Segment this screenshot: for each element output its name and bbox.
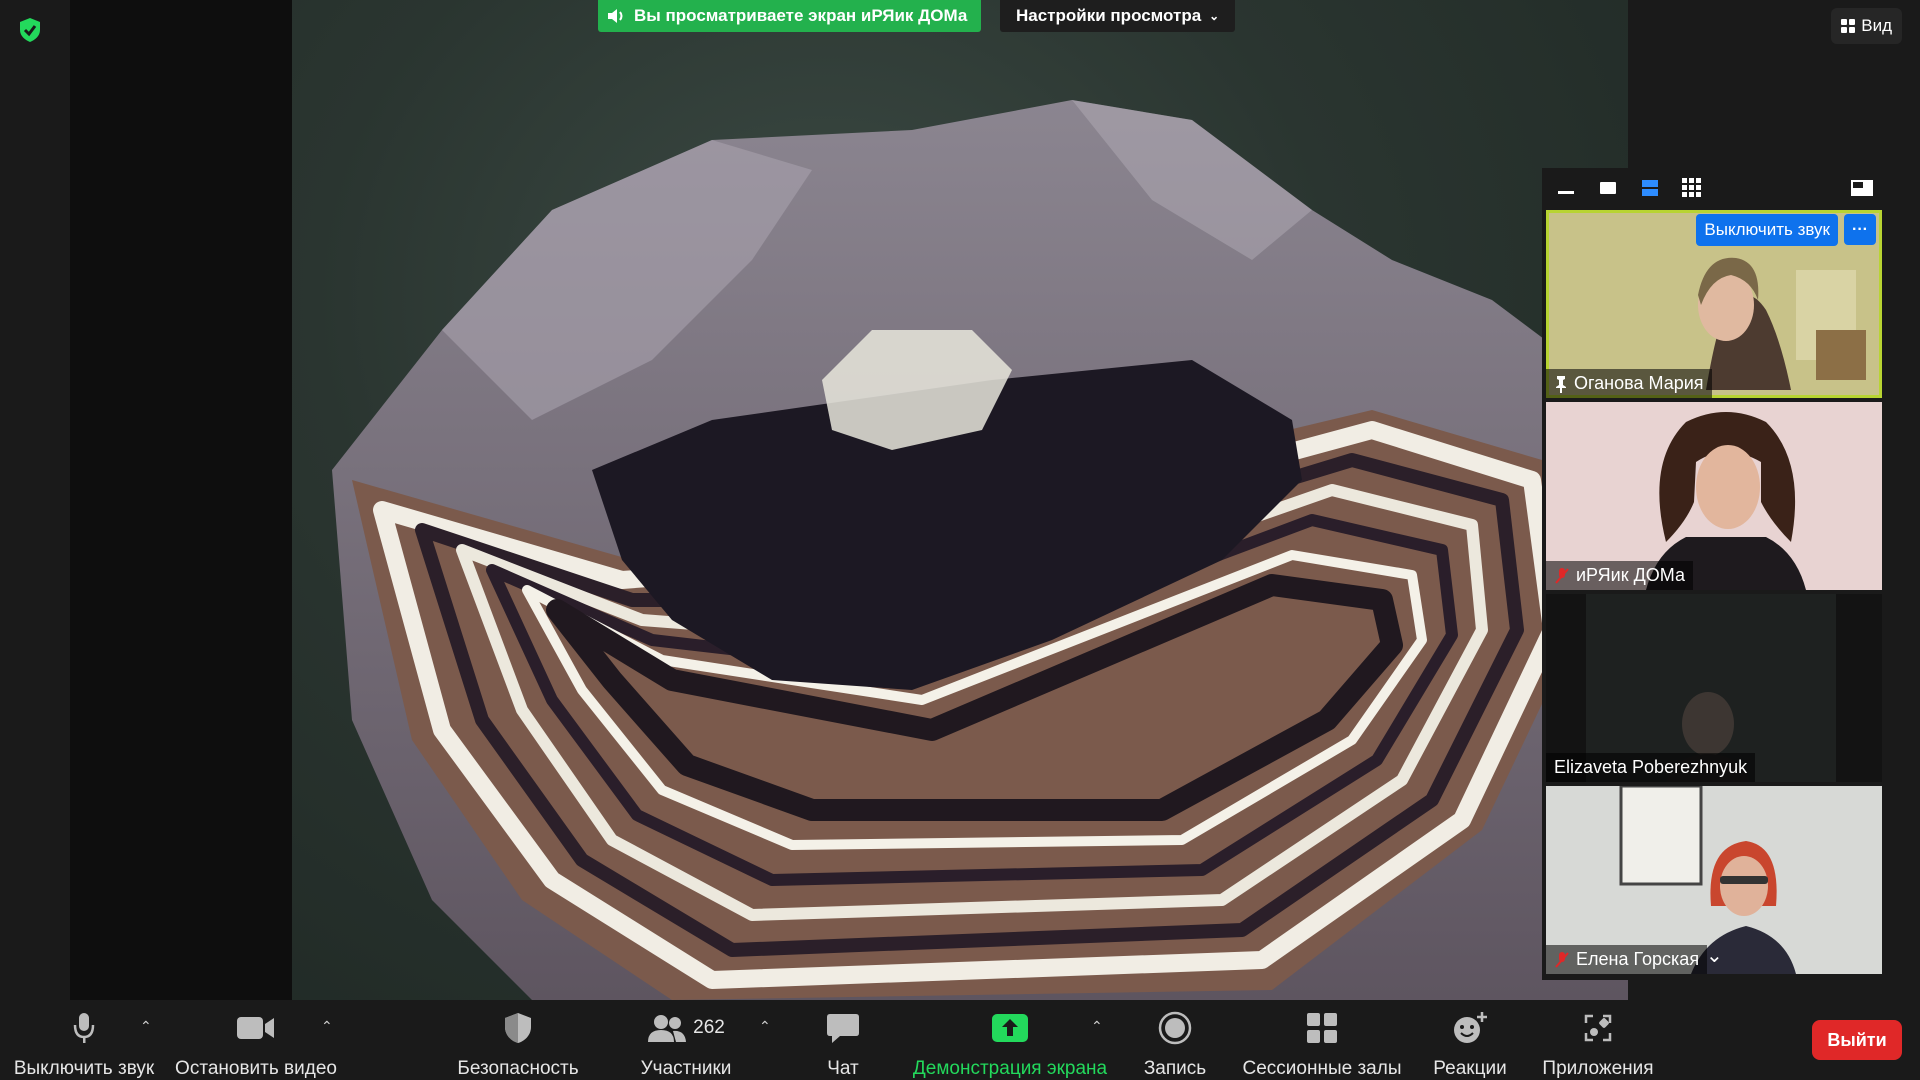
reactions-button[interactable]: Реакции xyxy=(1420,1000,1520,1080)
view-label: Вид xyxy=(1861,16,1892,35)
popout-icon[interactable] xyxy=(1846,172,1878,204)
view-button[interactable]: Вид xyxy=(1831,8,1902,44)
reactions-icon xyxy=(1452,1010,1488,1046)
single-view-icon[interactable] xyxy=(1592,172,1624,204)
breakout-rooms-icon xyxy=(1306,1010,1338,1046)
breakout-rooms-label: Сессионные залы xyxy=(1242,1058,1402,1079)
participants-count: 262 xyxy=(693,1017,725,1038)
security-button[interactable]: Безопасность xyxy=(457,1000,579,1080)
participant-tile[interactable]: Елена Горская ⌄ xyxy=(1546,786,1882,974)
shared-screen-area xyxy=(70,0,1628,1000)
participants-options-caret-icon[interactable]: ⌃ xyxy=(759,1018,771,1035)
participant-name: Оганова Мария xyxy=(1574,373,1704,393)
muted-mic-icon xyxy=(1554,951,1570,969)
video-camera-icon xyxy=(236,1010,276,1046)
mute-label: Выключить звук xyxy=(13,1058,155,1079)
gallery-view-icon[interactable] xyxy=(1676,172,1708,204)
participants-icon: 262 xyxy=(647,1010,725,1046)
share-screen-icon xyxy=(991,1010,1029,1046)
chat-icon xyxy=(826,1010,860,1046)
participant-name-tag: Elizaveta Poberezhnyuk xyxy=(1546,753,1756,782)
agate-image xyxy=(332,100,1628,1000)
chevron-down-icon: ⌄ xyxy=(1209,9,1220,23)
muted-mic-icon xyxy=(1554,567,1570,585)
participant-video-panel: Выключить звук ··· Оганова Мария иРЯик Д… xyxy=(1542,168,1888,980)
participants-button[interactable]: 262 Участники xyxy=(626,1000,746,1080)
participant-tile[interactable]: иРЯик ДОМа xyxy=(1546,402,1882,590)
speaker-icon xyxy=(606,7,626,25)
participant-name-tag: иРЯик ДОМа xyxy=(1546,561,1693,590)
participant-tile[interactable]: Выключить звук ··· Оганова Мария xyxy=(1546,210,1882,398)
stop-video-button[interactable]: Остановить видео xyxy=(175,1000,337,1080)
chat-button[interactable]: Чат xyxy=(803,1000,883,1080)
viewing-screen-text: Вы просматриваете экран иРЯик ДОМа xyxy=(634,6,968,25)
breakout-rooms-button[interactable]: Сессионные залы xyxy=(1242,1000,1402,1080)
shared-screen-content xyxy=(292,0,1628,1000)
share-screen-button[interactable]: Демонстрация экрана xyxy=(910,1000,1110,1080)
record-icon xyxy=(1158,1010,1192,1046)
grid-icon xyxy=(1841,19,1856,33)
view-options-label: Настройки просмотра xyxy=(1016,6,1202,25)
reactions-label: Реакции xyxy=(1433,1058,1507,1079)
panel-toolbar xyxy=(1542,168,1888,208)
leave-button[interactable]: Выйти xyxy=(1812,1020,1902,1060)
meeting-toolbar: Выключить звук ⌃ Остановить видео ⌃ Безо… xyxy=(0,1000,1920,1080)
unmute-button[interactable]: Выключить звук xyxy=(1696,214,1838,246)
participant-tile[interactable]: Elizaveta Poberezhnyuk xyxy=(1546,594,1882,782)
apps-label: Приложения xyxy=(1542,1058,1654,1079)
mute-button[interactable]: Выключить звук xyxy=(14,1000,154,1080)
participant-name-tag: Елена Горская xyxy=(1546,945,1708,974)
video-label: Остановить видео xyxy=(175,1058,337,1079)
view-options-dropdown[interactable]: Настройки просмотра ⌄ xyxy=(1000,0,1236,32)
more-options-button[interactable]: ··· xyxy=(1844,214,1876,245)
share-options-caret-icon[interactable]: ⌃ xyxy=(1091,1018,1103,1035)
participant-name: иРЯик ДОМа xyxy=(1576,565,1685,585)
minimize-icon[interactable] xyxy=(1550,172,1582,204)
microphone-icon xyxy=(73,1010,95,1046)
strip-view-icon[interactable] xyxy=(1634,172,1666,204)
participant-name: Elizaveta Poberezhnyuk xyxy=(1554,757,1748,777)
security-label: Безопасность xyxy=(457,1058,579,1079)
participant-name-tag: Оганова Мария xyxy=(1546,369,1712,398)
scroll-down-icon[interactable]: ⌄ xyxy=(1706,943,1723,968)
viewing-screen-banner: Вы просматриваете экран иРЯик ДОМа xyxy=(598,0,982,32)
participants-label: Участники xyxy=(640,1058,732,1079)
apps-icon xyxy=(1583,1010,1613,1046)
chat-label: Чат xyxy=(827,1058,859,1079)
audio-options-caret-icon[interactable]: ⌃ xyxy=(140,1018,152,1035)
record-button[interactable]: Запись xyxy=(1125,1000,1225,1080)
apps-button[interactable]: Приложения xyxy=(1538,1000,1658,1080)
record-label: Запись xyxy=(1143,1058,1207,1079)
participant-name: Елена Горская xyxy=(1576,949,1700,969)
video-options-caret-icon[interactable]: ⌃ xyxy=(321,1018,333,1035)
pin-icon xyxy=(1554,375,1568,393)
share-screen-label: Демонстрация экрана xyxy=(912,1058,1108,1079)
security-shield-icon xyxy=(503,1010,533,1046)
security-shield-icon[interactable] xyxy=(16,16,44,44)
